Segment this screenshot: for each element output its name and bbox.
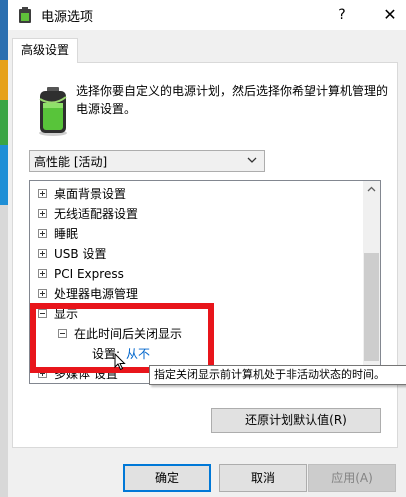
restore-defaults-button[interactable]: 还原计划默认值(R) [211, 408, 381, 433]
scroll-up-icon[interactable] [363, 181, 380, 198]
apply-button[interactable]: 应用(A) [308, 464, 396, 492]
tab-advanced-settings[interactable]: 高级设置 [12, 38, 78, 63]
background-desktop-strip [0, 0, 8, 497]
ok-button[interactable]: 确定 [123, 464, 211, 492]
expand-icon[interactable] [38, 209, 47, 218]
window-title: 电源选项 [41, 10, 94, 25]
expand-icon[interactable] [38, 249, 47, 258]
battery-icon [19, 7, 31, 23]
power-plan-value: 高性能 [活动] [34, 155, 108, 169]
power-plan-dropdown[interactable]: 高性能 [活动] [29, 150, 265, 172]
expand-icon[interactable] [38, 289, 47, 298]
expand-icon[interactable] [38, 229, 47, 238]
close-button[interactable]: ✕ [377, 3, 403, 27]
title-bar: 电源选项 ? ✕ [8, 0, 406, 30]
expand-icon[interactable] [38, 269, 47, 278]
chevron-down-icon [247, 157, 257, 163]
help-button[interactable]: ? [331, 4, 353, 26]
tooltip: 指定关闭显示前计算机处于非活动状态的时间。 [149, 365, 406, 385]
power-plan-battery-icon [39, 87, 67, 136]
mouse-cursor-icon [114, 353, 126, 371]
cancel-button[interactable]: 取消 [219, 464, 307, 492]
scrollbar-thumb[interactable] [364, 253, 379, 361]
expand-icon[interactable] [38, 189, 47, 198]
plan-description: 选择你要自定义的电源计划，然后选择你希望计算机管理的电源设置。 [76, 84, 389, 116]
vertical-scrollbar[interactable] [363, 181, 380, 383]
